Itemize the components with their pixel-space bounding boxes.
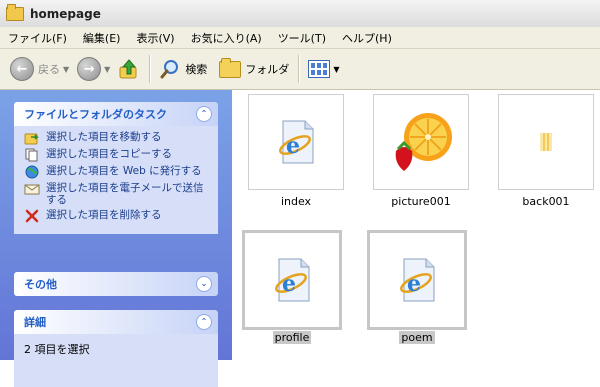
file-name: index <box>280 195 312 208</box>
svg-text:e: e <box>407 271 421 297</box>
toolbar: ← 戻る ▼ → ▼ 検索 フォルダ ▼ <box>0 49 600 90</box>
up-folder-icon <box>119 59 137 79</box>
views-icon <box>308 60 331 78</box>
file-thumbnail <box>373 94 469 190</box>
html-document-icon: e <box>275 258 310 302</box>
toolbar-separator <box>149 55 151 83</box>
copy-icon <box>24 148 40 162</box>
other-panel-header[interactable]: その他 ⌄ <box>14 272 218 296</box>
back-dropdown-icon[interactable]: ▼ <box>63 65 69 74</box>
views-button[interactable]: ▼ <box>304 54 343 84</box>
expand-chevron-icon[interactable]: ⌄ <box>196 276 212 292</box>
folders-icon <box>219 57 242 78</box>
folders-button[interactable]: フォルダ <box>215 54 293 84</box>
task-email[interactable]: 選択した項目を電子メールで送信する <box>24 182 210 206</box>
menu-tools[interactable]: ツール(T) <box>270 30 334 46</box>
menu-bar: ファイル(F) 編集(E) 表示(V) お気に入り(A) ツール(T) ヘルプ(… <box>0 27 600 49</box>
move-icon <box>24 131 40 145</box>
email-icon <box>24 182 40 196</box>
file-thumbnail <box>498 94 594 190</box>
collapse-chevron-icon[interactable]: ⌃ <box>196 106 212 122</box>
search-label: 検索 <box>185 63 208 76</box>
task-label: 選択した項目を電子メールで送信する <box>46 182 204 206</box>
task-copy[interactable]: 選択した項目をコピーする <box>24 148 210 162</box>
window-title: homepage <box>30 6 101 21</box>
task-delete[interactable]: 選択した項目を削除する <box>24 209 210 223</box>
background-image <box>540 133 552 151</box>
details-panel-header[interactable]: 詳細 ⌃ <box>14 310 218 334</box>
html-document-icon: e <box>279 120 314 164</box>
back-label: 戻る <box>38 63 60 76</box>
file-view: e index picture001 back001 e profile e p… <box>232 90 600 360</box>
file-thumbnail: e <box>248 94 344 190</box>
svg-text:e: e <box>282 271 296 297</box>
file-name: poem <box>399 331 435 344</box>
tasks-panel-header[interactable]: ファイルとフォルダのタスク ⌃ <box>14 102 218 126</box>
task-publish-web[interactable]: 選択した項目を Web に発行する <box>24 165 210 179</box>
details-panel-body: 2 項目を選択 <box>14 334 218 387</box>
forward-dropdown-icon[interactable]: ▼ <box>104 65 110 74</box>
tasks-panel-body: 選択した項目を移動する 選択した項目をコピーする 選択した項目を Web に発行… <box>14 126 218 234</box>
other-panel-title: その他 <box>24 278 57 291</box>
toolbar-separator <box>298 55 300 83</box>
publish-web-icon <box>24 165 40 179</box>
menu-file[interactable]: ファイル(F) <box>0 30 75 46</box>
search-icon <box>160 60 179 79</box>
file-name: back001 <box>522 195 570 208</box>
html-document-icon: e <box>400 258 435 302</box>
folder-icon <box>6 3 24 21</box>
menu-help[interactable]: ヘルプ(H) <box>334 30 400 46</box>
other-places-panel: その他 ⌄ <box>14 272 218 296</box>
search-button[interactable]: 検索 <box>155 54 211 84</box>
task-move[interactable]: 選択した項目を移動する <box>24 131 210 145</box>
task-label: 選択した項目をコピーする <box>46 148 172 160</box>
collapse-chevron-icon[interactable]: ⌃ <box>196 314 212 330</box>
menu-edit[interactable]: 編集(E) <box>75 30 129 46</box>
views-dropdown-icon[interactable]: ▼ <box>333 65 339 74</box>
file-name: picture001 <box>391 195 451 208</box>
file-folder-tasks-panel: ファイルとフォルダのタスク ⌃ 選択した項目を移動する 選択した項目をコピーする <box>14 102 218 234</box>
up-folder-button[interactable] <box>114 54 144 84</box>
back-arrow-icon: ← <box>10 57 34 81</box>
title-bar: homepage <box>0 0 600 28</box>
menu-view[interactable]: 表示(V) <box>128 30 182 46</box>
folders-label: フォルダ <box>245 63 290 76</box>
task-label: 選択した項目を Web に発行する <box>46 165 202 177</box>
task-pane: ファイルとフォルダのタスク ⌃ 選択した項目を移動する 選択した項目をコピーする <box>0 90 232 387</box>
file-thumbnail: e <box>367 230 467 330</box>
file-name: profile <box>272 331 312 344</box>
details-panel: 詳細 ⌃ 2 項目を選択 <box>14 310 218 387</box>
tasks-panel-title: ファイルとフォルダのタスク <box>24 108 167 121</box>
details-panel-title: 詳細 <box>24 316 46 329</box>
delete-icon <box>24 209 40 223</box>
file-thumbnail: e <box>242 230 342 330</box>
svg-text:e: e <box>286 133 300 159</box>
task-label: 選択した項目を移動する <box>46 131 162 143</box>
task-label: 選択した項目を削除する <box>46 209 162 221</box>
back-button[interactable]: ← 戻る ▼ <box>6 54 73 84</box>
menu-favorites[interactable]: お気に入り(A) <box>183 30 270 46</box>
orange-strawberry-image <box>395 113 452 171</box>
selection-count-text: 2 項目を選択 <box>24 343 90 356</box>
forward-button[interactable]: → ▼ <box>73 54 114 84</box>
forward-arrow-icon: → <box>77 57 102 81</box>
